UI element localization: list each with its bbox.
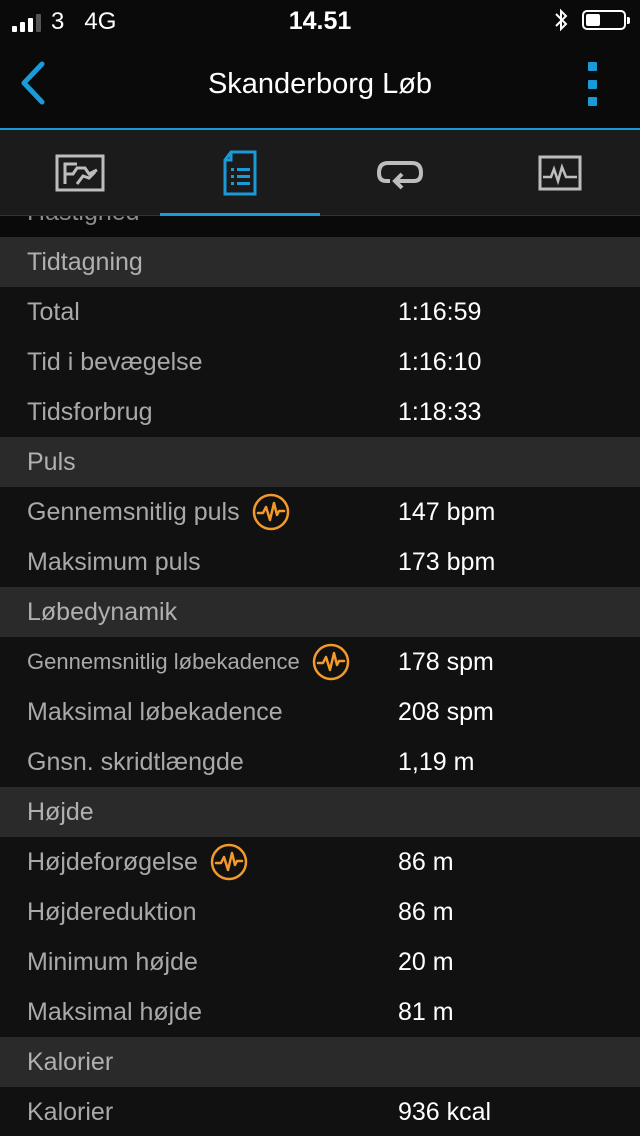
laps-icon: [376, 160, 424, 189]
section-header: Tidtagning: [0, 237, 640, 287]
document-list-icon: [223, 150, 257, 195]
nav-bar: Skanderborg Løb: [0, 40, 640, 130]
detail-value: 936 kcal: [398, 1098, 492, 1126]
detail-label: Gennemsnitlig puls: [27, 498, 240, 526]
detail-row: Maksimal højde 81 m: [0, 987, 640, 1037]
cutoff-section-label: Hastighed: [27, 216, 140, 227]
detail-value: 208 spm: [398, 698, 494, 726]
detail-value: 1,19 m: [398, 748, 475, 776]
heart-rate-icon[interactable]: [210, 843, 248, 881]
detail-label-container: Maksimal løbekadence: [27, 687, 283, 737]
section-højde: Højde Højdeforøgelse 86 m Højdereduktion 86 …: [0, 787, 640, 1037]
heart-rate-icon[interactable]: [312, 643, 350, 681]
section-kalorier: Kalorier Kalorier 936 kcal: [0, 1037, 640, 1136]
detail-row: Gennemsnitlig puls 147 bpm: [0, 487, 640, 537]
detail-value: 1:18:33: [398, 398, 482, 426]
detail-label: Kalorier: [27, 1098, 114, 1126]
detail-row: Maksimal løbekadence 208 spm: [0, 687, 640, 737]
detail-value: 1:16:10: [398, 348, 482, 376]
detail-row: Tidsforbrug 1:18:33: [0, 387, 640, 437]
tab-details[interactable]: [160, 130, 320, 216]
detail-value: 178 spm: [398, 648, 494, 676]
section-puls: Puls Gennemsnitlig puls 147 bpm Maksimum pu…: [0, 437, 640, 587]
detail-row: Kalorier 936 kcal: [0, 1087, 640, 1136]
tab-map[interactable]: [0, 130, 160, 215]
detail-label-container: Kalorier: [27, 1087, 113, 1136]
detail-value: 81 m: [398, 998, 454, 1026]
section-løbedynamik: Løbedynamik Gennemsnitlig løbekadence 178 …: [0, 587, 640, 787]
detail-label-container: Gnsn. skridtlængde: [27, 737, 244, 787]
section-header: Højde: [0, 787, 640, 837]
detail-row: Højdeforøgelse 86 m: [0, 837, 640, 887]
detail-label-container: Maksimal højde: [27, 987, 202, 1037]
tab-charts[interactable]: [480, 130, 640, 215]
detail-label: Højdereduktion: [27, 898, 197, 926]
detail-label: Total: [27, 298, 80, 326]
detail-row: Gnsn. skridtlængde 1,19 m: [0, 737, 640, 787]
detail-row: Højdereduktion 86 m: [0, 887, 640, 937]
status-bar: 3 4G 14.51: [0, 0, 640, 40]
section-tidtagning: Tidtagning Total 1:16:59 Tid i bevægelse 1:1…: [0, 237, 640, 437]
section-header: Løbedynamik: [0, 587, 640, 637]
battery-icon: [582, 10, 630, 30]
section-header: Puls: [0, 437, 640, 487]
detail-row: Gennemsnitlig løbekadence 178 spm: [0, 637, 640, 687]
detail-label-container: Højdeforøgelse: [27, 837, 248, 887]
vertical-dots-icon: [587, 62, 597, 71]
detail-label: Maksimal løbekadence: [27, 698, 283, 726]
details-list[interactable]: Hastighed Tidtagning Total 1:16:59 Tid i be…: [0, 216, 640, 1136]
detail-value: 86 m: [398, 848, 454, 876]
detail-value: 173 bpm: [398, 548, 496, 576]
detail-row: Minimum højde 20 m: [0, 937, 640, 987]
detail-label: Maksimum puls: [27, 548, 201, 576]
detail-label-container: Total: [27, 287, 80, 337]
more-options-button[interactable]: [586, 62, 598, 106]
map-icon: [55, 154, 105, 191]
bluetooth-icon: [555, 8, 568, 32]
status-right: [554, 8, 630, 32]
detail-label: Højdeforøgelse: [27, 848, 198, 876]
detail-label: Tid i bevægelse: [27, 348, 203, 376]
detail-label-container: Maksimum puls: [27, 537, 201, 587]
detail-label-container: Tid i bevægelse: [27, 337, 203, 387]
detail-value: 86 m: [398, 898, 454, 926]
detail-row: Maksimum puls 173 bpm: [0, 537, 640, 587]
detail-label-container: Gennemsnitlig løbekadence: [27, 637, 350, 687]
detail-label-container: Højdereduktion: [27, 887, 197, 937]
detail-value: 147 bpm: [398, 498, 496, 526]
status-time: 14.51: [288, 7, 352, 35]
page-title: Skanderborg Løb: [207, 68, 433, 100]
detail-label: Gennemsnitlig løbekadence: [27, 649, 300, 674]
detail-label: Minimum højde: [27, 948, 198, 976]
detail-row: Total 1:16:59: [0, 287, 640, 337]
detail-label-container: Gennemsnitlig puls: [27, 487, 290, 537]
detail-label: Gnsn. skridtlængde: [27, 748, 244, 776]
detail-label-container: Tidsforbrug: [27, 387, 153, 437]
detail-value: 20 m: [398, 948, 454, 976]
detail-label-container: Minimum højde: [27, 937, 198, 987]
detail-row: Tid i bevægelse 1:16:10: [0, 337, 640, 387]
detail-value: 1:16:59: [398, 298, 482, 326]
chart-icon: [538, 155, 582, 190]
detail-label: Maksimal højde: [27, 998, 203, 1026]
tab-laps[interactable]: [320, 130, 480, 215]
detail-label: Tidsforbrug: [27, 398, 153, 426]
heart-rate-icon[interactable]: [252, 493, 290, 531]
section-header: Kalorier: [0, 1037, 640, 1087]
tab-bar: [0, 130, 640, 216]
